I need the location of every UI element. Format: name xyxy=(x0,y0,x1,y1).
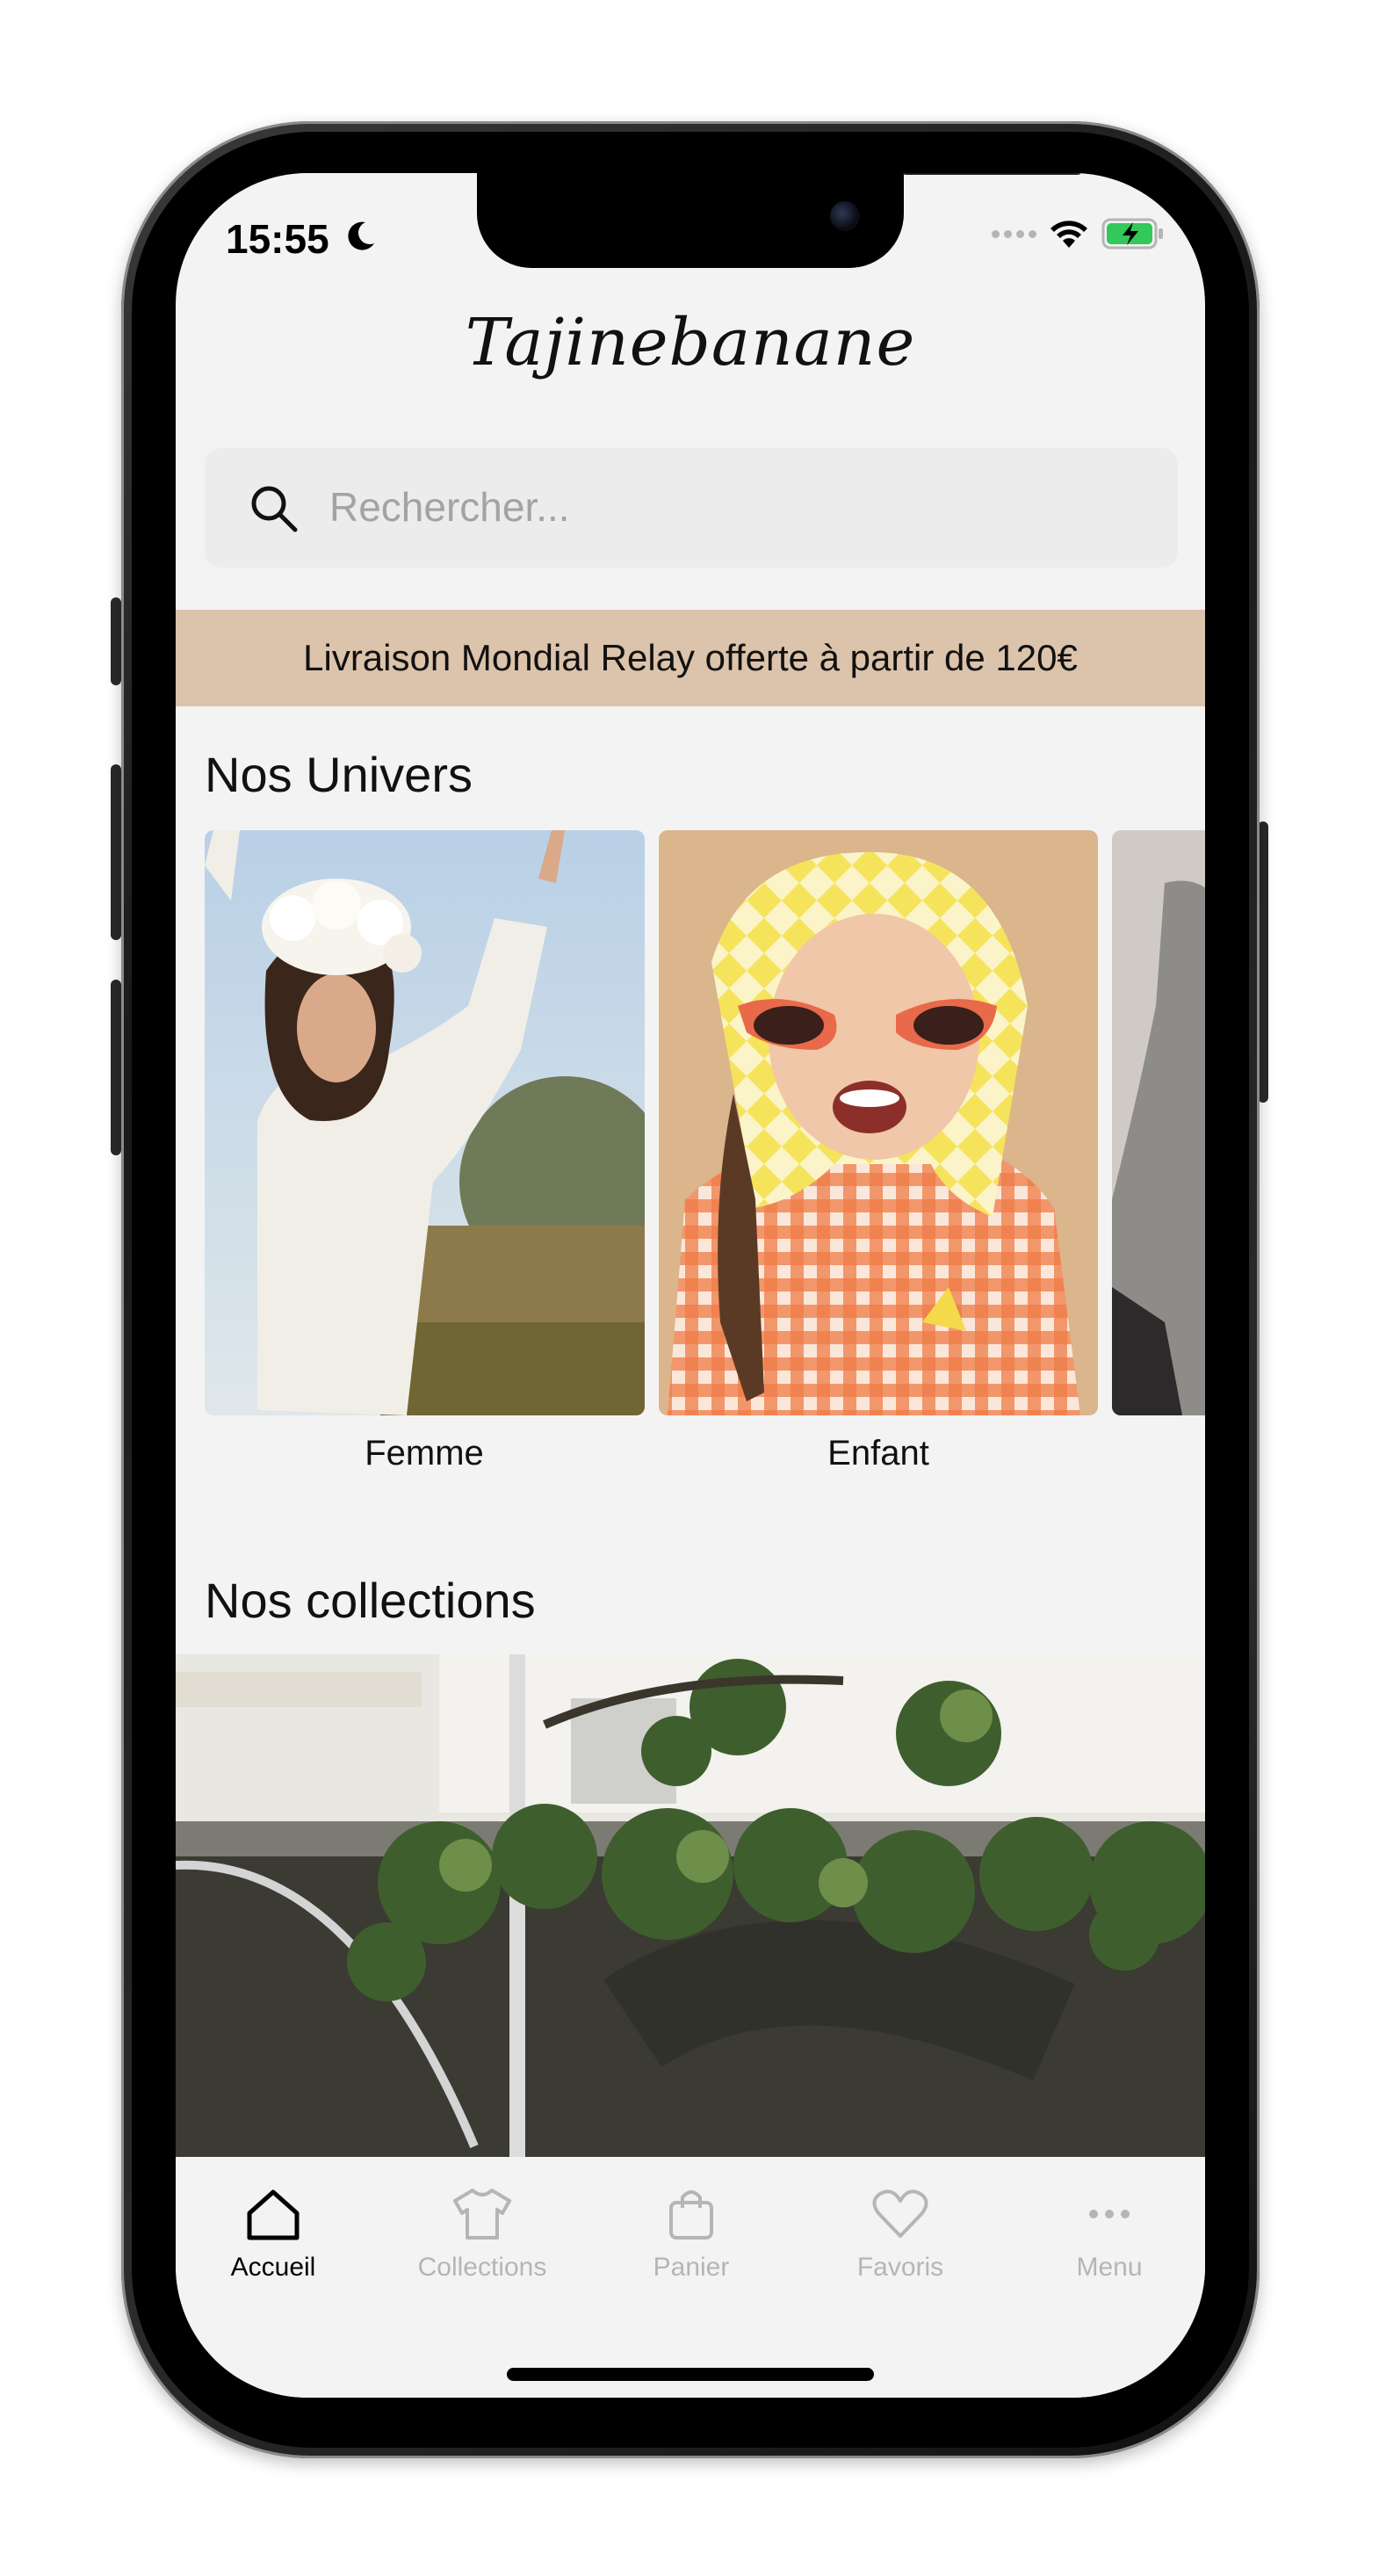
brand-logo[interactable]: Tajinebanane xyxy=(176,305,1205,380)
enfant-photo xyxy=(659,830,1098,1415)
femme-photo xyxy=(205,830,645,1415)
collections-section-title: Nos collections xyxy=(205,1573,536,1628)
more-icon xyxy=(1089,2210,1130,2218)
univers-section-title: Nos Univers xyxy=(205,747,473,802)
tab-bar: Accueil Collections Panier Favoris Menu xyxy=(176,2157,1205,2398)
status-time: 15:55 xyxy=(226,216,329,262)
univers-card-next[interactable] xyxy=(1112,830,1205,1415)
notch xyxy=(477,173,1082,268)
wifi-icon xyxy=(1050,221,1087,248)
tab-menu-label: Menu xyxy=(1076,2253,1143,2282)
tab-panier-label: Panier xyxy=(653,2253,730,2282)
cellular-signal-icon xyxy=(992,229,1036,238)
speaker xyxy=(901,173,1082,175)
silent-switch xyxy=(111,597,121,685)
univers-card-enfant[interactable] xyxy=(659,830,1098,1415)
home-indicator[interactable] xyxy=(507,2368,874,2381)
next-univers-photo xyxy=(1112,830,1205,1415)
app-screen: 15:55 Tajinebanane Rechercher... Livrais… xyxy=(176,173,1205,2398)
volume-up-button xyxy=(111,764,121,940)
status-icons xyxy=(992,217,1165,250)
univers-label-enfant[interactable]: Enfant xyxy=(659,1434,1098,1473)
tab-panier[interactable]: Panier xyxy=(603,2187,779,2283)
tshirt-icon xyxy=(453,2189,511,2240)
tab-collections[interactable]: Collections xyxy=(394,2187,570,2283)
tab-accueil-label: Accueil xyxy=(230,2253,316,2282)
home-icon xyxy=(247,2189,300,2240)
heart-icon xyxy=(872,2189,928,2238)
promo-banner[interactable]: Livraison Mondial Relay offerte à partir… xyxy=(176,610,1205,706)
search-icon xyxy=(251,486,298,532)
univers-label-femme[interactable]: Femme xyxy=(205,1434,644,1473)
tab-favoris-label: Favoris xyxy=(856,2253,944,2282)
tab-collections-label: Collections xyxy=(417,2253,547,2282)
front-camera xyxy=(830,201,860,231)
univers-card-femme[interactable] xyxy=(205,830,645,1415)
search-bar[interactable]: Rechercher... xyxy=(205,448,1178,568)
collection-photo xyxy=(176,1654,1205,2157)
battery-charging-icon xyxy=(1101,218,1163,250)
promo-banner-text: Livraison Mondial Relay offerte à partir… xyxy=(303,637,1078,678)
search-input[interactable]: Rechercher... xyxy=(329,483,570,531)
collection-banner[interactable] xyxy=(176,1654,1205,2157)
tab-favoris[interactable]: Favoris xyxy=(812,2187,988,2283)
bag-icon xyxy=(669,2190,713,2240)
tab-accueil[interactable]: Accueil xyxy=(185,2187,361,2283)
moon-icon xyxy=(348,221,374,250)
tab-menu[interactable]: Menu xyxy=(1022,2187,1197,2283)
volume-down-button xyxy=(111,980,121,1155)
